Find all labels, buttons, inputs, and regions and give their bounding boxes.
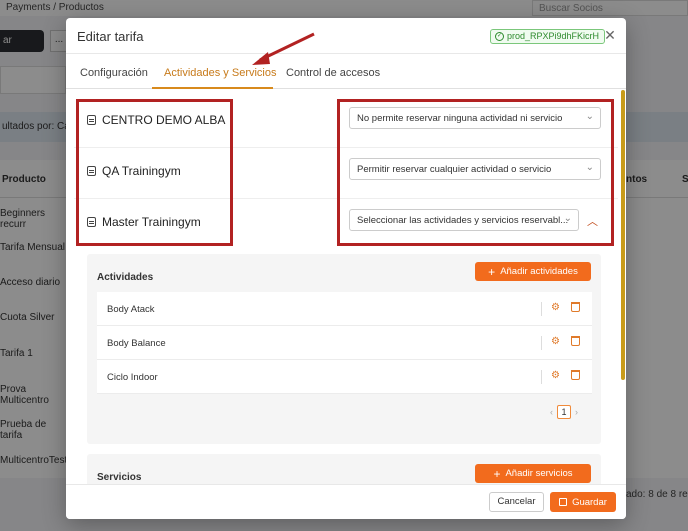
center-name: Master Trainingym <box>87 215 201 229</box>
plus-icon: + <box>493 466 501 481</box>
booking-option-value: Seleccionar las actividades y servicios … <box>357 215 569 226</box>
list-item: Body Balance ⚙ <box>97 326 592 360</box>
services-panel: Servicios + Añadir servicios <box>87 454 601 485</box>
booking-option-select[interactable]: No permite reservar ninguna actividad ni… <box>349 107 601 129</box>
center-row: QA Trainingym Permitir reservar cualquie… <box>74 148 618 199</box>
chevron-left-icon[interactable]: ‹ <box>550 407 553 417</box>
booking-option-select[interactable]: Seleccionar las actividades y servicios … <box>349 209 579 231</box>
add-services-label: Añadir servicios <box>505 468 573 479</box>
center-name-label: Master Trainingym <box>102 215 201 229</box>
page-number[interactable]: 1 <box>557 405 571 419</box>
tab-configuracion[interactable]: Configuración <box>80 67 148 79</box>
tab-bar: Configuración Actividades y Servicios Co… <box>66 58 626 89</box>
database-icon <box>87 115 96 125</box>
chevron-down-icon: ⌄ <box>585 111 594 122</box>
cancel-button[interactable]: Cancelar <box>489 492 544 512</box>
edit-tariff-modal: Editar tarifa ✓ prod_RPXPi9dhFKicrH ✕ Co… <box>66 18 626 519</box>
trash-icon[interactable] <box>571 302 580 312</box>
center-row: CENTRO DEMO ALBA No permite reservar nin… <box>74 97 618 148</box>
add-services-button[interactable]: + Añadir servicios <box>475 464 591 483</box>
save-icon <box>559 498 568 506</box>
activities-pager: ‹ 1 › <box>550 405 578 419</box>
tab-content: CENTRO DEMO ALBA No permite reservar nin… <box>74 97 622 485</box>
trash-icon[interactable] <box>571 336 580 346</box>
center-name: CENTRO DEMO ALBA <box>87 113 225 127</box>
database-icon <box>87 166 96 176</box>
save-label: Guardar <box>572 496 607 508</box>
modal-footer: Cancelar Guardar <box>66 484 626 519</box>
booking-option-select[interactable]: Permitir reservar cualquier actividad o … <box>349 158 601 180</box>
activity-name: Ciclo Indoor <box>107 372 158 383</box>
list-item: Ciclo Indoor ⚙ <box>97 360 592 394</box>
divider <box>541 336 542 350</box>
divider <box>541 302 542 316</box>
product-id-text: prod_RPXPi9dhFKicrH <box>507 31 600 41</box>
services-title: Servicios <box>97 472 142 483</box>
activities-panel: Actividades + Añadir actividades Body At… <box>87 254 601 444</box>
add-activities-label: Añadir actividades <box>500 266 578 277</box>
divider <box>541 370 542 384</box>
modal-title: Editar tarifa <box>77 29 144 44</box>
booking-option-value: Permitir reservar cualquier actividad o … <box>357 164 552 175</box>
center-row: Master Trainingym Seleccionar las activi… <box>74 199 618 250</box>
center-name: QA Trainingym <box>87 164 181 178</box>
gear-icon[interactable]: ⚙ <box>551 302 560 313</box>
add-activities-button[interactable]: + Añadir actividades <box>475 262 591 281</box>
activities-list: Body Atack ⚙ Body Balance ⚙ Ciclo Indoor… <box>97 292 592 394</box>
gear-icon[interactable]: ⚙ <box>551 336 560 347</box>
activities-title: Actividades <box>97 272 154 283</box>
chevron-right-icon[interactable]: › <box>575 407 578 417</box>
close-icon[interactable]: ✕ <box>603 28 617 42</box>
list-item: Body Atack ⚙ <box>97 292 592 326</box>
activity-name: Body Balance <box>107 338 166 349</box>
center-name-label: QA Trainingym <box>102 164 181 178</box>
trash-icon[interactable] <box>571 370 580 380</box>
chevron-down-icon: ⌄ <box>585 162 594 173</box>
active-tab-indicator <box>152 87 273 89</box>
modal-header: Editar tarifa ✓ prod_RPXPi9dhFKicrH ✕ <box>66 18 626 54</box>
scrollbar[interactable] <box>621 90 625 380</box>
gear-icon[interactable]: ⚙ <box>551 370 560 381</box>
activity-name: Body Atack <box>107 304 155 315</box>
chevron-down-icon: ⌄ <box>563 213 572 224</box>
plus-icon: + <box>488 264 496 279</box>
save-button[interactable]: Guardar <box>550 492 616 512</box>
chevron-up-icon[interactable]: ︿ <box>587 213 598 229</box>
product-id-badge[interactable]: ✓ prod_RPXPi9dhFKicrH <box>490 29 606 44</box>
booking-option-value: No permite reservar ninguna actividad ni… <box>357 113 563 124</box>
annotation-arrow-icon <box>252 32 315 65</box>
database-icon <box>87 217 96 227</box>
check-circle-icon: ✓ <box>495 32 504 41</box>
center-name-label: CENTRO DEMO ALBA <box>102 113 226 127</box>
